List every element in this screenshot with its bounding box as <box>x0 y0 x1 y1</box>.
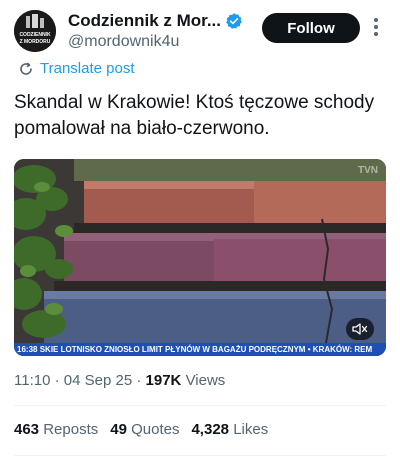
news-ticker: 16:38 SKIE LOTNISKO ZNIOSŁO LIMIT PŁYNÓW… <box>14 343 386 356</box>
tweet-text: Skandal w Krakowie! Ktoś tęczowe schody … <box>14 92 375 139</box>
reposts-label: Reposts <box>43 421 99 438</box>
translate-icon <box>20 62 32 75</box>
meta-separator: · <box>136 372 142 389</box>
video-player[interactable]: TVN 16:38 SKIE LOTNISKO ZNIOSŁO LIMIT PŁ… <box>14 159 386 356</box>
tweet-time[interactable]: 11:10 <box>14 372 50 389</box>
verified-badge-icon <box>226 13 242 29</box>
tweet-meta: 11:10 · 04 Sep 25 · 197K Views <box>14 372 225 389</box>
avatar-text-line2: Z MORDORU <box>20 39 51 45</box>
mute-button[interactable] <box>346 318 374 340</box>
likes-stat[interactable]: 4,328 Likes <box>191 421 268 438</box>
quotes-stat[interactable]: 49 Quotes <box>110 421 179 438</box>
engagement-stats: 463 Reposts 49 Quotes 4,328 Likes <box>14 421 280 438</box>
translate-post-link[interactable]: Translate post <box>18 60 135 77</box>
quotes-label: Quotes <box>131 421 180 438</box>
speaker-muted-icon <box>352 323 368 335</box>
handle[interactable]: @mordownik4u <box>68 33 179 51</box>
ticker-text: SKIE LOTNISKO ZNIOSŁO LIMIT PŁYNÓW W BAG… <box>39 345 306 354</box>
divider <box>14 405 386 406</box>
ticker-time: 16:38 <box>17 345 38 354</box>
quotes-count: 49 <box>110 421 127 438</box>
name-row: Codziennik z Mor... <box>68 11 243 31</box>
display-name[interactable]: Codziennik z Mor... <box>68 11 221 31</box>
views-count[interactable]: 197K <box>146 372 182 389</box>
divider <box>14 455 386 456</box>
avatar[interactable]: CODZIENNIK Z MORDORU <box>14 10 56 52</box>
ticker-bullet: • <box>307 345 311 354</box>
translate-label: Translate post <box>40 60 135 77</box>
likes-count: 4,328 <box>191 421 230 438</box>
reposts-count: 463 <box>14 421 40 438</box>
likes-label: Likes <box>233 421 269 438</box>
channel-logo: TVN <box>358 165 378 176</box>
views-label: Views <box>185 372 226 389</box>
ticker-tail: KRAKÓW: REM <box>312 345 373 354</box>
meta-separator: · <box>54 372 60 389</box>
more-options-icon[interactable] <box>370 18 382 40</box>
tweet-date[interactable]: 04 Sep 25 <box>64 372 132 389</box>
reposts-stat[interactable]: 463 Reposts <box>14 421 98 438</box>
follow-button[interactable]: Follow <box>262 13 360 43</box>
avatar-text-line1: CODZIENNIK <box>19 32 51 38</box>
avatar-logo-icon: CODZIENNIK Z MORDORU <box>14 10 56 52</box>
tweet-header: CODZIENNIK Z MORDORU Codziennik z Mor...… <box>0 0 400 62</box>
video-frame <box>14 159 386 356</box>
